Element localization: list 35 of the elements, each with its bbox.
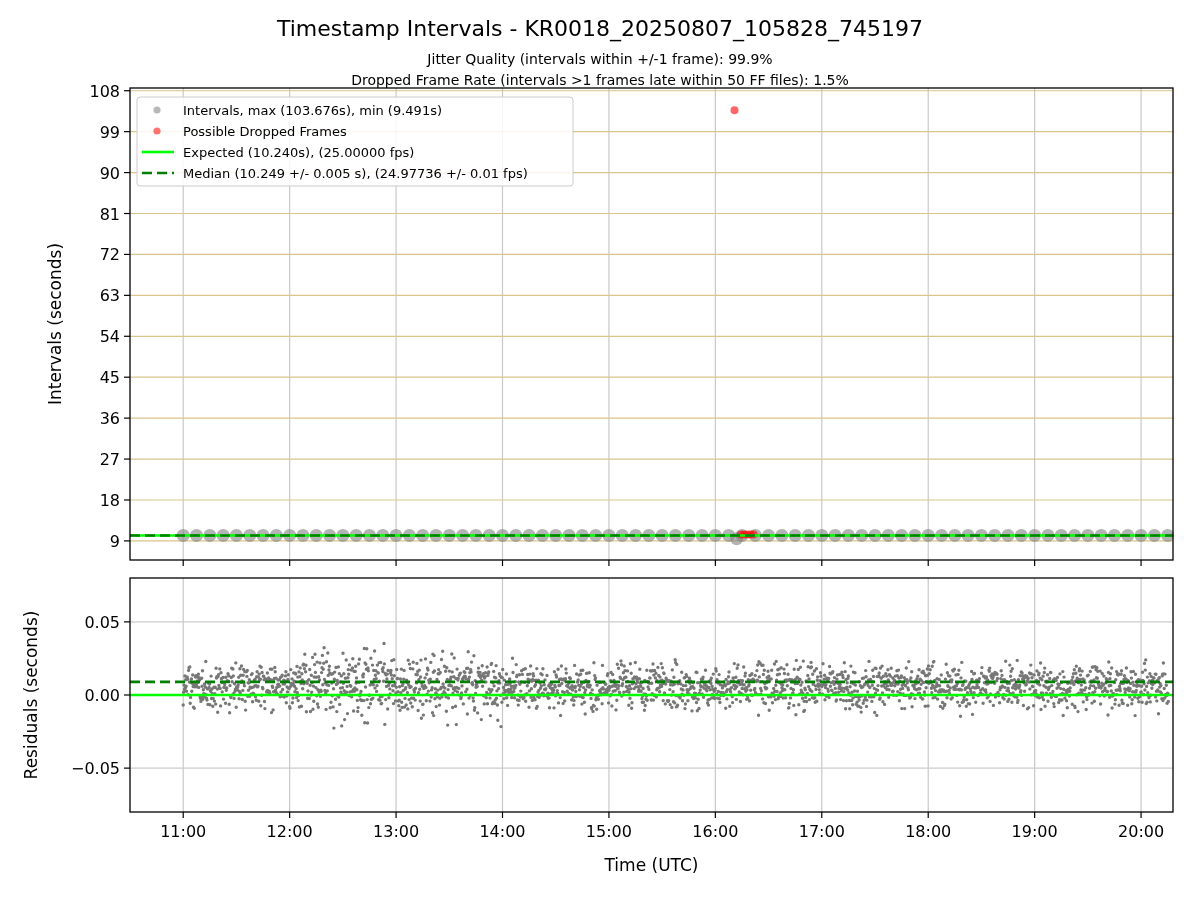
- legend-label: Expected (10.240s), (25.00000 fps): [183, 144, 415, 160]
- y-axis-label: Residuals (seconds): [21, 610, 41, 780]
- figure-subtitle: Jitter Quality (intervals within +/-1 frame): 99.9%: [427, 51, 773, 67]
- x-tick-label: 15:00: [585, 822, 632, 841]
- y-tick-label: 36: [99, 409, 120, 429]
- y-tick-label: 0.05: [84, 612, 120, 632]
- y-tick-label: 72: [99, 245, 120, 265]
- x-tick-label: 18:00: [905, 822, 952, 841]
- legend-label: Possible Dropped Frames: [183, 123, 347, 139]
- figure-title: Timestamp Intervals - KR0018_20250807_105828_745197: [276, 16, 924, 41]
- legend-label: Intervals, max (103.676s), min (9.491s): [183, 102, 442, 118]
- figure-subtitle: Dropped Frame Rate (intervals >1 frames late within 50 FF files): 1.5%: [351, 72, 849, 88]
- y-tick-label: 99: [99, 122, 120, 142]
- x-tick-label: 19:00: [1011, 822, 1058, 841]
- x-tick-label: 17:00: [798, 822, 845, 841]
- y-tick-label: 63: [99, 286, 120, 306]
- y-tick-label: 81: [99, 204, 120, 224]
- x-axis-label: Time (UTC): [604, 855, 699, 875]
- y-tick-label: −0.05: [70, 759, 120, 779]
- legend-label: Median (10.249 +/- 0.005 s), (24.97736 +/- 0.01 fps): [183, 165, 528, 181]
- y-tick-label: 27: [99, 450, 120, 470]
- y-tick-label: 9: [109, 531, 120, 551]
- y-tick-label: 0.00: [84, 686, 120, 705]
- x-tick-label: 16:00: [692, 822, 739, 841]
- y-tick-label: 90: [99, 163, 120, 183]
- y-tick-label: 108: [89, 81, 120, 101]
- x-tick-label: 14:00: [479, 822, 526, 841]
- y-tick-label: 45: [99, 368, 120, 388]
- x-tick-label: 13:00: [373, 822, 420, 841]
- x-tick-label: 11:00: [160, 822, 207, 841]
- x-tick-label: 20:00: [1118, 822, 1165, 841]
- x-tick-label: 12:00: [266, 822, 313, 841]
- y-axis-label: Intervals (seconds): [45, 242, 65, 406]
- y-tick-label: 54: [99, 327, 120, 347]
- y-tick-label: 18: [99, 491, 120, 510]
